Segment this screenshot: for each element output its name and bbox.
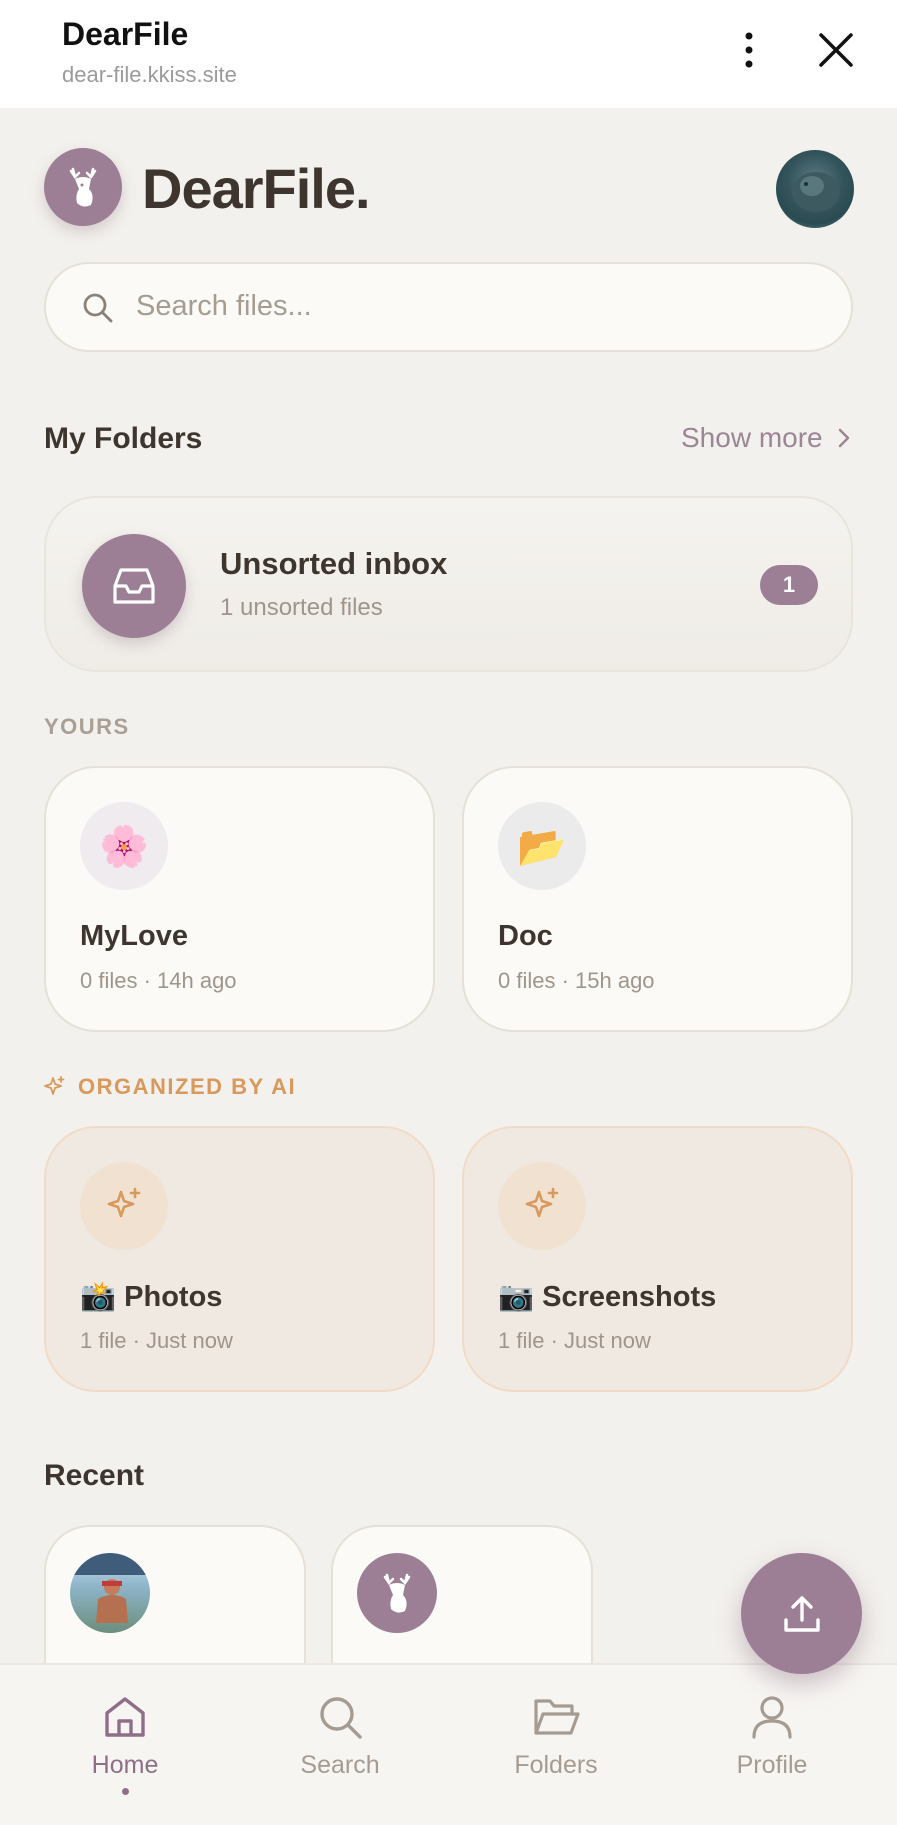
close-icon[interactable] — [816, 30, 856, 70]
sparkle-icon — [498, 1162, 586, 1250]
chevron-right-icon — [838, 428, 849, 448]
unsorted-inbox-card[interactable]: Unsorted inbox 1 unsorted files 1 — [44, 496, 853, 672]
inbox-subtitle: 1 unsorted files — [220, 594, 383, 621]
active-indicator — [121, 1788, 129, 1795]
open-folder-icon: 📂 — [498, 802, 586, 890]
search-input[interactable]: Search files... — [136, 290, 312, 323]
inbox-title: Unsorted inbox — [220, 546, 448, 581]
brand-title: DearFile. — [142, 157, 371, 220]
folder-name: Doc — [498, 920, 553, 952]
nav-profile[interactable]: Profile — [702, 1693, 842, 1780]
ai-label-text: ORGANIZED BY AI — [78, 1074, 297, 1099]
folder-name: 📸 Photos — [80, 1281, 223, 1313]
folder-meta: 0 files · 15h ago — [498, 968, 655, 993]
folder-card-doc[interactable]: 📂 Doc 0 files · 15h ago — [462, 766, 853, 1032]
folder-meta: 0 files · 14h ago — [80, 968, 237, 993]
my-folders-title: My Folders — [44, 422, 203, 455]
inbox-count-badge: 1 — [760, 565, 818, 605]
nav-label: Search — [300, 1751, 380, 1779]
profile-avatar[interactable] — [776, 150, 854, 228]
yours-label: YOURS — [44, 714, 130, 739]
ai-folder-card-photos[interactable]: 📸 Photos 1 file · Just now — [44, 1126, 435, 1392]
browser-title: DearFile — [62, 16, 189, 52]
organized-by-ai-label: ORGANIZED BY AI — [44, 1074, 296, 1100]
home-icon — [105, 1697, 145, 1737]
upload-button[interactable] — [741, 1553, 862, 1674]
bottom-navigation: Home Search Folders Profile — [0, 1663, 897, 1825]
folder-meta: 1 file · Just now — [80, 1328, 233, 1353]
nav-folders[interactable]: Folders — [486, 1693, 626, 1780]
photo-thumbnail — [70, 1553, 150, 1633]
deer-logo-icon — [357, 1553, 437, 1633]
browser-url[interactable]: dear-file.kkiss.site — [62, 62, 237, 88]
nav-home[interactable]: Home — [55, 1693, 195, 1795]
deer-logo-icon[interactable] — [44, 148, 122, 226]
sparkle-icon — [44, 1076, 65, 1095]
browser-top-bar: DearFile dear-file.kkiss.site — [0, 0, 897, 108]
inbox-icon — [82, 534, 186, 638]
nav-label: Folders — [514, 1751, 598, 1779]
nav-label: Home — [91, 1751, 159, 1779]
show-more-label: Show more — [681, 422, 823, 453]
ai-folder-card-screenshots[interactable]: 📷 Screenshots 1 file · Just now — [462, 1126, 853, 1392]
more-options-icon[interactable] — [733, 30, 765, 70]
search-bar[interactable]: Search files... — [44, 262, 853, 352]
folder-meta: 1 file · Just now — [498, 1328, 651, 1353]
recent-title: Recent — [44, 1459, 145, 1492]
folder-open-icon — [534, 1699, 580, 1735]
upload-icon — [783, 1595, 820, 1632]
search-icon — [83, 293, 113, 323]
cherry-blossom-icon: 🌸 — [80, 802, 168, 890]
user-icon — [752, 1696, 792, 1739]
folder-name: 📷 Screenshots — [498, 1281, 717, 1313]
nav-search[interactable]: Search — [270, 1693, 410, 1780]
nav-label: Profile — [736, 1751, 808, 1779]
search-icon — [320, 1697, 362, 1739]
folder-name: MyLove — [80, 920, 188, 952]
show-more-button[interactable]: Show more — [681, 422, 851, 454]
folder-card-mylove[interactable]: 🌸 MyLove 0 files · 14h ago — [44, 766, 435, 1032]
sparkle-icon — [80, 1162, 168, 1250]
